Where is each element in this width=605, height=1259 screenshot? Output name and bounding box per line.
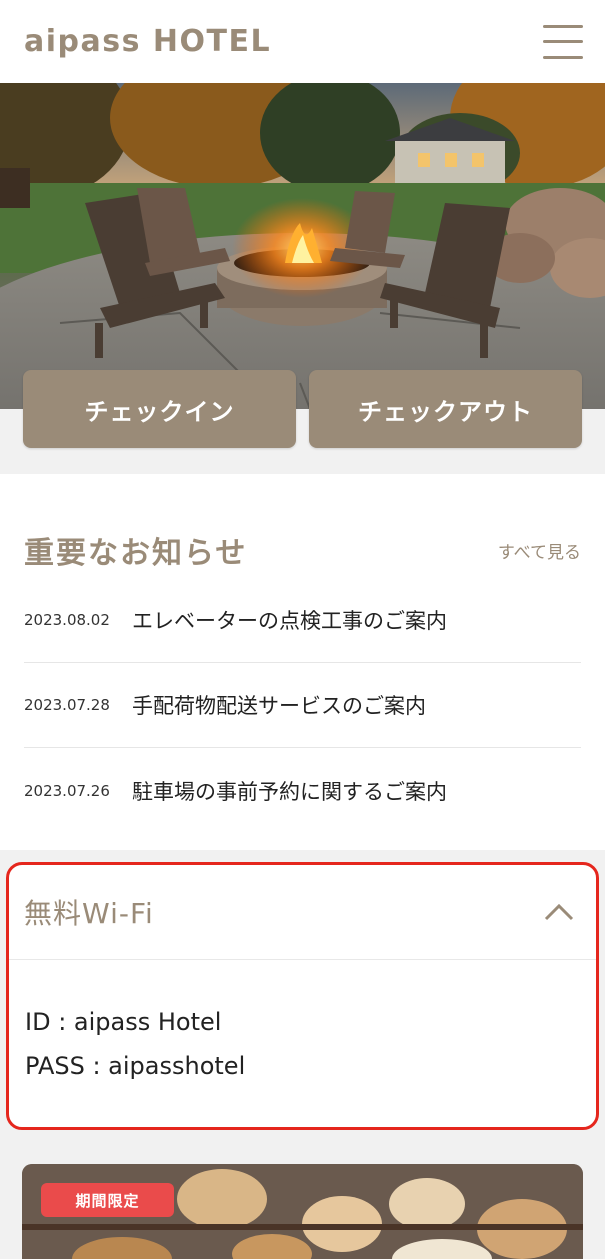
notice-item[interactable]: 2023.07.28 手配荷物配送サービスのご案内	[24, 663, 581, 748]
important-notices-section: 重要なお知らせ すべて見る 2023.08.02 エレベーターの点検工事のご案内…	[0, 474, 605, 850]
wifi-details: ID : aipass Hotel PASS : aipasshotel	[9, 960, 596, 1088]
chevron-up-icon[interactable]	[544, 902, 574, 922]
notice-text: エレベーターの点検工事のご案内	[132, 609, 447, 633]
limited-time-badge: 期間限定	[41, 1183, 174, 1217]
hotel-brand-logo[interactable]: aipass HOTEL	[24, 24, 271, 59]
checkout-button[interactable]: チェックアウト	[309, 370, 582, 448]
notices-list: 2023.08.02 エレベーターの点検工事のご案内 2023.07.28 手配…	[24, 578, 581, 833]
hamburger-menu-icon[interactable]	[543, 24, 583, 59]
hero-image	[0, 83, 605, 409]
free-wifi-section: 無料Wi-Fi ID : aipass Hotel PASS : aipassh…	[6, 862, 599, 1130]
notice-text: 手配荷物配送サービスのご案内	[132, 694, 426, 718]
checkin-button[interactable]: チェックイン	[23, 370, 296, 448]
wifi-title: 無料Wi-Fi	[24, 897, 154, 930]
wifi-id: ID : aipass Hotel	[25, 1008, 222, 1036]
page: aipass HOTEL チェックイン チェックアウト 重要なお知らせ すべて見…	[0, 0, 605, 1259]
notices-title: 重要なお知らせ	[24, 536, 248, 571]
limited-time-promo-card[interactable]: 期間限定	[22, 1164, 583, 1259]
notice-item[interactable]: 2023.07.26 駐車場の事前予約に関するご案内	[24, 748, 581, 833]
notice-item[interactable]: 2023.08.02 エレベーターの点検工事のご案内	[24, 578, 581, 663]
menu-bar	[543, 24, 583, 28]
fire-pit-scene-illustration	[0, 83, 605, 409]
notice-date: 2023.07.26	[24, 781, 110, 800]
wifi-password: PASS : aipasshotel	[25, 1052, 246, 1080]
menu-bar	[543, 40, 583, 43]
top-header: aipass HOTEL	[0, 0, 605, 83]
wifi-accordion-header[interactable]: 無料Wi-Fi	[9, 865, 596, 960]
notice-date: 2023.07.28	[24, 696, 110, 714]
see-all-link[interactable]: すべて見る	[498, 538, 581, 563]
notice-date: 2023.08.02	[24, 611, 110, 629]
notices-header: 重要なお知らせ すべて見る	[24, 532, 581, 571]
notice-text: 駐車場の事前予約に関するご案内	[132, 779, 447, 804]
menu-bar	[543, 55, 583, 59]
